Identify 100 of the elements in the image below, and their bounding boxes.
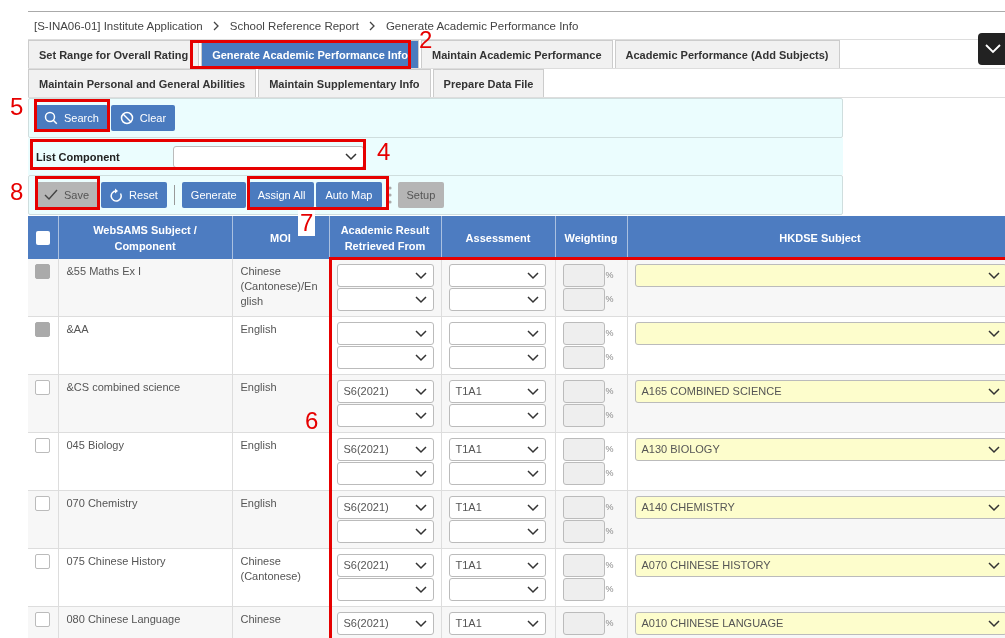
- chevron-down-icon: [414, 527, 427, 536]
- moi-text: Chinese (Cantonese): [240, 555, 302, 582]
- chevron-down-icon: [985, 44, 1001, 54]
- weighting-field[interactable]: [562, 404, 605, 427]
- reset-button[interactable]: Reset: [101, 182, 167, 208]
- select-all-checkbox[interactable]: [35, 230, 50, 245]
- chevron-right-icon: [212, 20, 220, 31]
- percent-sign: %: [605, 559, 614, 572]
- select-field[interactable]: T1A1: [448, 496, 546, 519]
- column-header: Assessment: [465, 231, 531, 244]
- weighting-field[interactable]: [562, 520, 605, 543]
- chevron-down-icon: [526, 527, 539, 536]
- select-field[interactable]: [448, 520, 546, 543]
- action-button[interactable]: Assign All: [248, 182, 315, 208]
- select-field[interactable]: [448, 288, 546, 311]
- select-field[interactable]: T1A1: [448, 380, 546, 403]
- chevron-down-icon: [987, 619, 1000, 628]
- moi-text: Chinese (Cantonese)/English: [240, 265, 318, 307]
- select-field[interactable]: [448, 404, 546, 427]
- row-checkbox[interactable]: [35, 496, 51, 511]
- select-field[interactable]: A130 BIOLOGY: [634, 438, 1005, 461]
- select-field[interactable]: [336, 288, 434, 311]
- select-field[interactable]: [336, 578, 434, 601]
- column-header: Weighting: [564, 231, 618, 244]
- chevron-down-icon: [526, 561, 539, 570]
- tab[interactable]: Set Range for Overall Rating: [28, 40, 200, 68]
- clear-button[interactable]: Clear: [110, 105, 176, 131]
- select-field[interactable]: S6(2021): [336, 380, 434, 403]
- select-field[interactable]: S6(2021): [336, 496, 434, 519]
- weighting-field[interactable]: [562, 264, 605, 287]
- select-field[interactable]: S6(2021): [336, 438, 434, 461]
- tab[interactable]: Prepare Data File: [432, 69, 545, 97]
- dropdown-button[interactable]: [978, 33, 1005, 65]
- chevron-down-icon: [414, 585, 427, 594]
- chevron-down-icon: [414, 353, 427, 362]
- weighting-field[interactable]: [562, 496, 605, 519]
- chevron-down-icon: [526, 445, 539, 454]
- tab[interactable]: Maintain Supplementary Info: [258, 69, 431, 97]
- row-checkbox[interactable]: [35, 438, 51, 453]
- chevron-down-icon: [987, 329, 1000, 338]
- select-field[interactable]: [336, 264, 434, 287]
- select-field[interactable]: S6(2021): [336, 554, 434, 577]
- percent-sign: %: [605, 351, 614, 364]
- select-field[interactable]: [634, 322, 1005, 345]
- select-field[interactable]: A165 COMBINED SCIENCE: [634, 380, 1005, 403]
- breadcrumb-item: Generate Academic Performance Info: [385, 19, 579, 32]
- column-header: MOI: [270, 231, 291, 244]
- vertical-dots-icon[interactable]: [387, 184, 392, 206]
- breadcrumb-item[interactable]: School Reference Report: [229, 19, 359, 32]
- annotation-number: 7: [298, 210, 316, 236]
- weighting-field[interactable]: [562, 322, 605, 345]
- weighting-field[interactable]: [562, 462, 605, 485]
- percent-sign: %: [605, 583, 614, 596]
- tab[interactable]: Academic Performance (Add Subjects): [614, 40, 840, 68]
- weighting-field[interactable]: [562, 288, 605, 311]
- weighting-field[interactable]: [562, 438, 605, 461]
- select-field[interactable]: T1A1: [448, 438, 546, 461]
- select-field[interactable]: S6(2021): [336, 612, 434, 635]
- select-field[interactable]: [448, 346, 546, 369]
- chevron-down-icon: [414, 411, 427, 420]
- subject-text: 045 Biology: [66, 439, 124, 451]
- chevron-down-icon: [526, 585, 539, 594]
- weighting-field[interactable]: [562, 578, 605, 601]
- percent-sign: %: [605, 327, 614, 340]
- chevron-down-icon: [414, 387, 427, 396]
- chevron-down-icon: [345, 152, 357, 161]
- weighting-field[interactable]: [562, 380, 605, 403]
- select-field[interactable]: [336, 462, 434, 485]
- select-field[interactable]: [448, 322, 546, 345]
- chevron-down-icon: [526, 503, 539, 512]
- weighting-field[interactable]: [562, 346, 605, 369]
- select-field[interactable]: A140 CHEMISTRY: [634, 496, 1005, 519]
- select-field[interactable]: [448, 462, 546, 485]
- select-field[interactable]: A010 CHINESE LANGUAGE: [634, 612, 1005, 635]
- subject-text: 075 Chinese History: [66, 555, 166, 567]
- chevron-down-icon: [987, 445, 1000, 454]
- breadcrumb-item[interactable]: [S-INA06-01] Institute Application: [34, 19, 203, 32]
- select-field[interactable]: [448, 264, 546, 287]
- action-button[interactable]: Auto Map: [316, 182, 382, 208]
- weighting-field[interactable]: [562, 612, 605, 635]
- select-field[interactable]: [336, 322, 434, 345]
- search-button[interactable]: Search: [35, 105, 108, 131]
- select-field[interactable]: T1A1: [448, 554, 546, 577]
- row-checkbox[interactable]: [35, 612, 51, 627]
- moi-text: English: [240, 381, 277, 393]
- select-field[interactable]: [448, 578, 546, 601]
- chevron-down-icon: [987, 503, 1000, 512]
- tab[interactable]: Maintain Personal and General Abilities: [28, 69, 257, 97]
- row-checkbox[interactable]: [35, 380, 51, 395]
- weighting-field[interactable]: [562, 554, 605, 577]
- checkmark-icon: [44, 189, 58, 201]
- select-field[interactable]: T1A1: [448, 612, 546, 635]
- select-field[interactable]: [336, 346, 434, 369]
- list-component-select[interactable]: [173, 145, 364, 168]
- select-field[interactable]: A070 CHINESE HISTORY: [634, 554, 1005, 577]
- select-field[interactable]: [336, 404, 434, 427]
- row-checkbox[interactable]: [35, 554, 51, 569]
- action-button[interactable]: Generate: [181, 182, 246, 208]
- select-field[interactable]: [634, 264, 1005, 287]
- select-field[interactable]: [336, 520, 434, 543]
